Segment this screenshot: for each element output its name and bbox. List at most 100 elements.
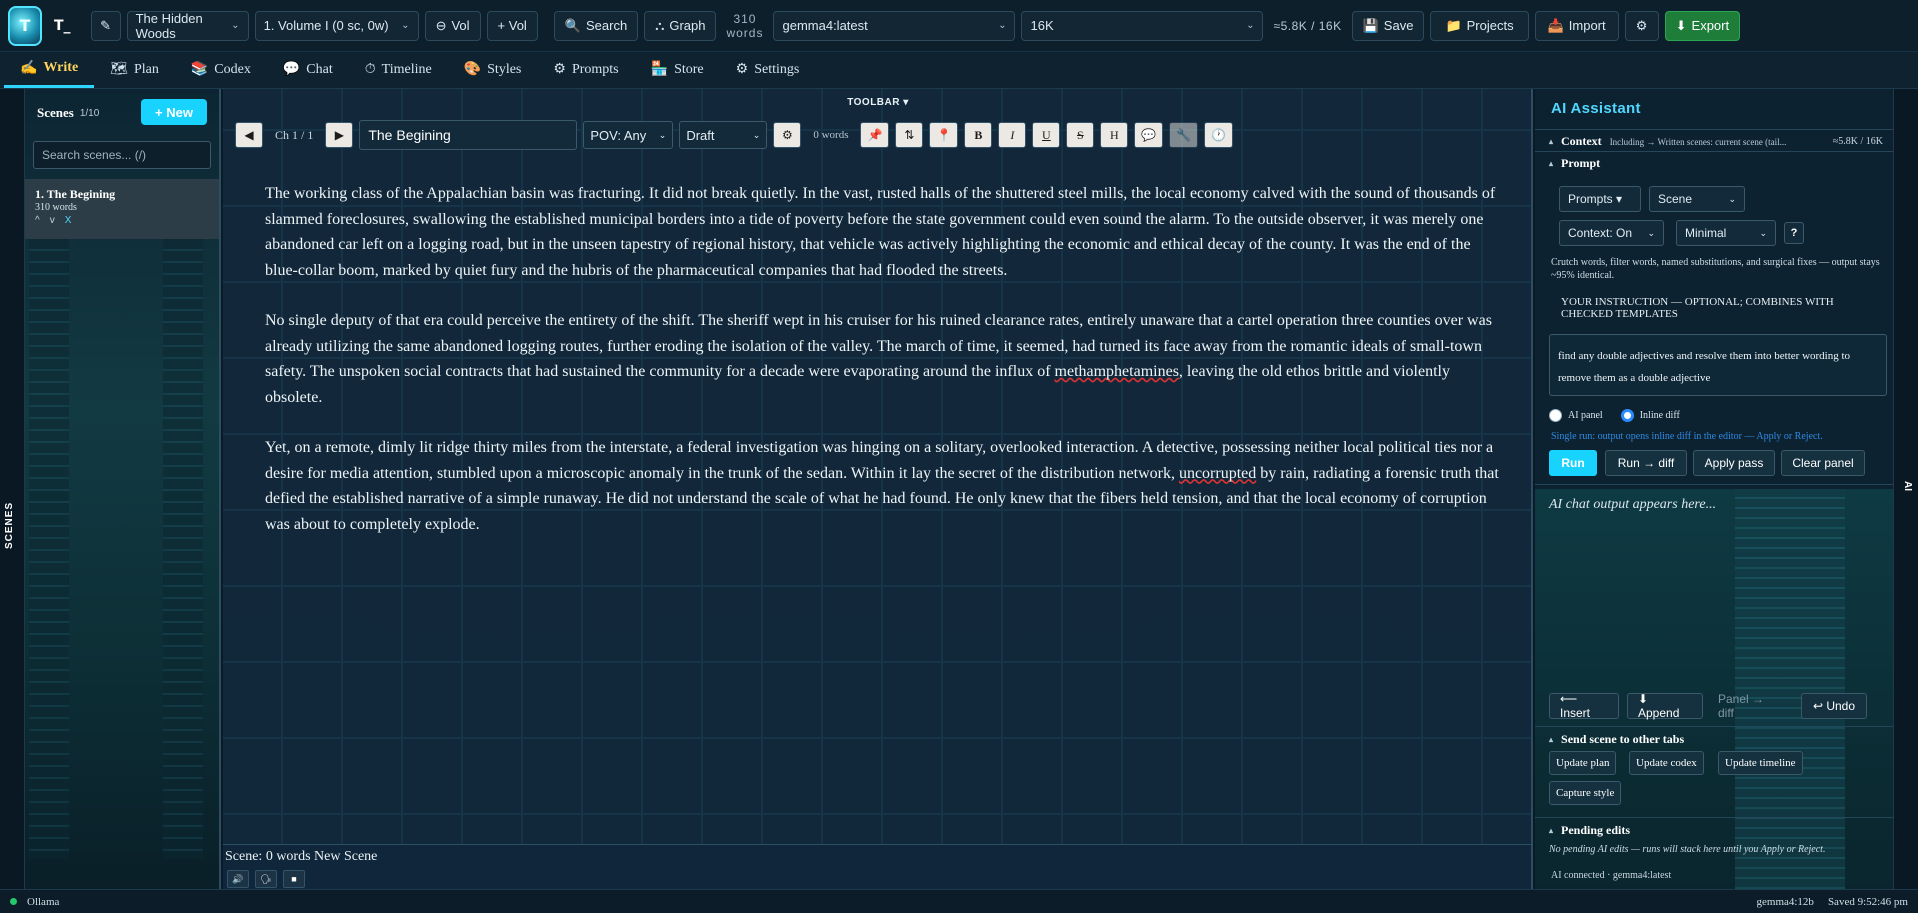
speaker-button[interactable]: 🔊 [227, 870, 249, 888]
download-icon: ⬇ [1675, 17, 1687, 33]
detail-select[interactable]: Minimal ⌄ [1676, 220, 1776, 246]
app-logo: T [8, 5, 42, 46]
export-button[interactable]: ⬇ Export [1664, 10, 1741, 41]
inline-diff-radio[interactable] [1620, 409, 1634, 422]
context-size-select[interactable]: 16K ⌄ [1021, 10, 1264, 41]
tab-chat[interactable]: 💬 Chat [267, 51, 349, 88]
graph-button[interactable]: ⛬ Graph [644, 10, 717, 41]
scenes-collapse-strip[interactable]: SCENES [0, 89, 25, 889]
edit-icon-button[interactable]: ✎ [90, 10, 121, 41]
single-run-note: Single run: output opens inline diff in … [1551, 431, 1823, 442]
volume-select[interactable]: 1. Volume I (0 sc, 0w) ⌄ [254, 10, 419, 41]
toolbar-toggle[interactable]: TOOLBAR ▾ [223, 97, 1531, 108]
tab-timeline[interactable]: ⏱ Timeline [349, 51, 448, 88]
capture-style-button[interactable]: Capture style [1549, 781, 1622, 805]
ai-collapse-strip[interactable]: AI [1893, 89, 1918, 889]
heading-button[interactable]: H [1100, 122, 1129, 148]
manuscript-text[interactable]: The working class of the Appalachian bas… [265, 181, 1505, 562]
instruction-input[interactable]: find any double adjectives and resolve t… [1549, 334, 1887, 396]
search-icon: 🔍 [564, 17, 582, 33]
pov-select[interactable]: POV: Any ⌄ [583, 121, 674, 149]
paragraph: No single deputy of that era could perce… [265, 308, 1505, 410]
strikethrough-button[interactable]: S [1066, 122, 1095, 148]
add-volume-label: + Vol [497, 18, 527, 33]
chevron-down-icon: ⌄ [998, 20, 1007, 31]
status-value: Draft [686, 127, 715, 143]
settings-button[interactable]: ⚙ [1624, 10, 1659, 41]
context-toggle-select[interactable]: Context: On ⌄ [1559, 220, 1664, 246]
next-chapter-button[interactable]: ▶ [325, 122, 354, 148]
clear-panel-button[interactable]: Clear panel [1781, 450, 1865, 476]
spelling-flagged-word[interactable]: methamphetamines [1055, 363, 1179, 380]
tab-plan[interactable]: 🗺 Plan [94, 51, 175, 88]
sort-button[interactable]: ⇅ [895, 122, 924, 148]
context-toggle-value: Context: On [1568, 226, 1633, 240]
import-button[interactable]: 📥 Import [1534, 10, 1619, 41]
panel-diff-button[interactable]: Panel → diff [1707, 692, 1793, 720]
context-section[interactable]: ▴ Context Including → Written scenes: curr… [1535, 129, 1893, 151]
run-diff-button[interactable]: Run → diff [1605, 450, 1687, 476]
scene-settings-button[interactable]: ⚙ [773, 122, 802, 148]
inline-diff-radio-label: Inline diff [1639, 410, 1680, 421]
person-icon: 🗣 [260, 873, 272, 884]
insert-button[interactable]: ⟵ Insert [1549, 692, 1619, 720]
prompt-section-header[interactable]: ▴ Prompt [1535, 151, 1893, 173]
tab-store[interactable]: 🏪 Store [635, 51, 720, 88]
add-volume-button[interactable]: + Vol [486, 10, 538, 41]
append-button[interactable]: ⬇ Append [1627, 692, 1703, 720]
remove-volume-button[interactable]: ⊖ Vol [424, 10, 481, 41]
editor-footer: Scene: 0 words New Scene 🔊 🗣 ■ [223, 844, 1531, 889]
pending-edits-section[interactable]: ▴ Pending edits [1535, 817, 1893, 839]
scene-item-words: 310 words [35, 202, 77, 213]
ai-panel-radio[interactable] [1549, 409, 1562, 422]
underline-button[interactable]: U [1032, 122, 1061, 148]
scene-search-input[interactable]: Search scenes... (/) [33, 141, 211, 169]
tab-styles[interactable]: 🎨 Styles [448, 51, 538, 88]
pencil-icon: ✎ [100, 17, 112, 33]
update-timeline-button[interactable]: Update timeline [1718, 751, 1803, 775]
save-button[interactable]: 💾 Save [1351, 10, 1425, 41]
location-button[interactable]: 📍 [929, 122, 959, 148]
help-button[interactable]: ? [1784, 222, 1804, 244]
run-button[interactable]: Run [1549, 450, 1597, 476]
tab-prompts[interactable]: ⚙ Prompts [537, 51, 634, 88]
scope-select[interactable]: Scene ⌄ [1649, 186, 1745, 212]
prev-chapter-button[interactable]: ◀ [235, 122, 263, 148]
project-select[interactable]: The Hidden Woods ⌄ [126, 10, 249, 41]
map-icon: 🗺 [110, 62, 128, 77]
output-mode-radios: AI panel Inline diff [1549, 409, 1680, 422]
spelling-flagged-word[interactable]: uncorrupted [1179, 465, 1256, 482]
prompts-select-value: Prompts ▾ [1568, 192, 1623, 206]
projects-button[interactable]: 📁 Projects [1430, 10, 1529, 41]
new-scene-button[interactable]: + New [141, 99, 207, 125]
pin-button[interactable]: 📌 [860, 122, 890, 148]
undo-button[interactable]: ↩ Undo [1801, 693, 1867, 719]
search-button[interactable]: 🔍 Search [553, 10, 639, 41]
ai-connection-status: AI connected · gemma4:latest [1551, 870, 1672, 881]
stop-button[interactable]: ■ [283, 870, 305, 888]
scene-title-input[interactable]: The Begining [359, 120, 578, 150]
tab-settings[interactable]: ⚙ Settings [720, 51, 816, 88]
history-button[interactable]: 🕐 [1204, 122, 1234, 148]
model-select[interactable]: gemma4:latest ⌄ [773, 10, 1016, 41]
move-down-button[interactable]: v [50, 215, 55, 226]
send-scene-section[interactable]: ▴ Send scene to other tabs [1535, 726, 1893, 748]
graph-label: Graph [669, 18, 706, 33]
update-codex-button[interactable]: Update codex [1629, 751, 1704, 775]
status-select[interactable]: Draft ⌄ [679, 121, 768, 149]
voice-button[interactable]: 🗣 [255, 870, 277, 888]
tools-button[interactable]: 🔧 [1169, 122, 1199, 148]
apply-pass-button[interactable]: Apply pass [1693, 450, 1775, 476]
move-up-button[interactable]: ^ [35, 215, 40, 226]
italic-button[interactable]: I [998, 122, 1027, 148]
prompts-select[interactable]: Prompts ▾ [1559, 186, 1641, 212]
chevron-down-icon: ⌄ [1728, 193, 1736, 204]
pending-edits-note: No pending AI edits — runs will stack he… [1549, 844, 1826, 855]
comment-button[interactable]: 💬 [1134, 122, 1164, 148]
update-plan-button[interactable]: Update plan [1549, 751, 1617, 775]
scene-list-item[interactable]: 1. The Begining 310 words ^ v X [25, 179, 219, 239]
bold-button[interactable]: B [964, 122, 993, 148]
delete-scene-button[interactable]: X [65, 215, 72, 226]
tab-write[interactable]: ✍ Write [4, 51, 95, 88]
tab-codex[interactable]: 📚 Codex [175, 51, 267, 88]
